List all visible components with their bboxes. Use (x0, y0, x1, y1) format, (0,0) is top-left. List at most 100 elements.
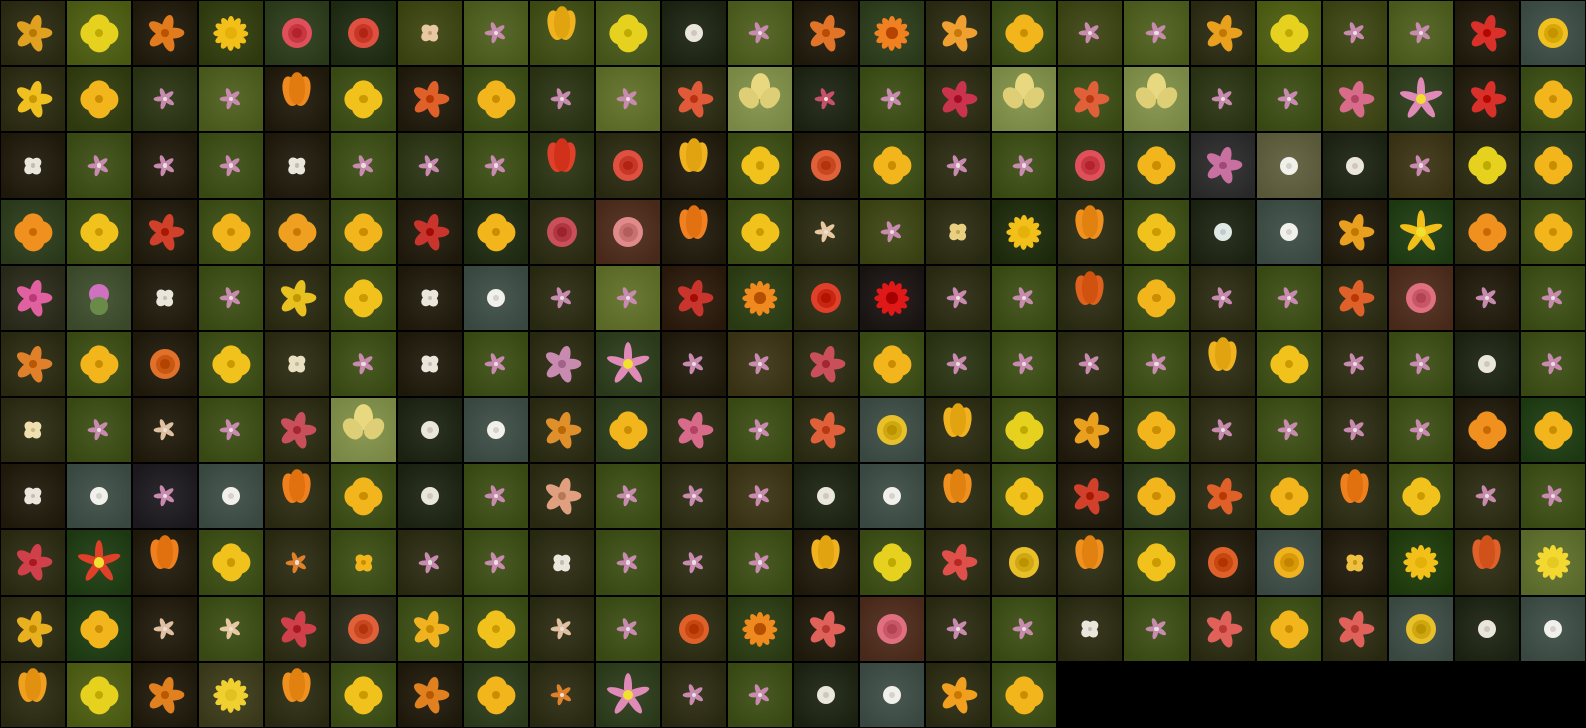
flower-tile (596, 200, 660, 264)
flower-tile (992, 530, 1056, 595)
flower-image (352, 551, 376, 575)
flower-image (748, 484, 772, 508)
flower-image (682, 21, 706, 45)
flower-tile (926, 398, 990, 462)
flower-image (1541, 286, 1565, 310)
flower-tile (1389, 464, 1453, 528)
flower-image (1533, 410, 1572, 449)
flower-tile (265, 332, 329, 396)
flower-image (1145, 21, 1169, 45)
flower-image (411, 609, 450, 649)
flower-tile (662, 597, 726, 661)
flower-tile (133, 67, 197, 131)
flower-tile (992, 332, 1056, 396)
flower-image (1005, 213, 1043, 251)
flower-tile (596, 398, 660, 462)
flower-image-grid (0, 0, 1586, 728)
flower-image (278, 668, 316, 714)
flower-tile (1191, 1, 1255, 65)
flower-tile (331, 530, 396, 595)
flower-image (748, 683, 772, 707)
flower-tile (596, 266, 660, 330)
flower-tile (1124, 1, 1189, 65)
flower-image (219, 484, 243, 508)
flower-tile (728, 67, 792, 131)
flower-tile (464, 663, 528, 727)
flower-tile (530, 663, 594, 727)
flower-image (550, 551, 574, 575)
flower-image (484, 484, 508, 508)
flower-image (79, 675, 118, 714)
flower-tile (331, 1, 396, 65)
flower-tile (1058, 332, 1122, 396)
flower-tile (398, 398, 462, 462)
flower-tile (398, 133, 462, 198)
flower-image (411, 79, 450, 119)
flower-image (616, 484, 640, 508)
flower-image (1004, 476, 1043, 515)
flower-tile (596, 133, 660, 198)
flower-tile (331, 266, 396, 330)
flower-tile (794, 464, 858, 528)
flower-image (1204, 145, 1243, 186)
flower-tile (265, 464, 329, 528)
flower-image (285, 352, 309, 376)
flower-image (484, 286, 508, 310)
flower-tile (1, 597, 65, 661)
flower-tile (1455, 597, 1519, 661)
flower-image (344, 675, 383, 714)
flower-tile (265, 530, 329, 595)
flower-image (14, 13, 53, 53)
flower-tile (199, 133, 263, 198)
flower-image (1071, 476, 1110, 516)
flower-tile (67, 398, 131, 462)
flower-image (1277, 418, 1301, 442)
flower-tile (530, 597, 594, 661)
flower-image (682, 683, 706, 707)
flower-tile (1323, 67, 1387, 131)
flower-image (1137, 543, 1176, 582)
flower-tile (860, 133, 924, 198)
flower-image (1012, 617, 1036, 641)
flower-tile (794, 266, 858, 330)
flower-tile (1, 663, 65, 727)
flower-image (939, 675, 978, 715)
flower-image (1343, 418, 1367, 442)
flower-tile (728, 663, 792, 727)
flower-image (21, 154, 45, 178)
flower-tile (133, 266, 197, 330)
flower-image (1336, 79, 1375, 119)
flower-tile (530, 398, 594, 462)
flower-tile (1191, 464, 1255, 528)
flower-tile (860, 663, 924, 727)
flower-image (484, 154, 508, 178)
flower-tile (1455, 530, 1519, 595)
flower-image (418, 418, 442, 442)
flower-image (1277, 87, 1301, 111)
flower-image (1269, 344, 1308, 383)
flower-tile (1058, 530, 1122, 595)
flower-image (1533, 146, 1572, 185)
flower-tile (199, 67, 263, 131)
flower-tile (1521, 530, 1585, 595)
flower-image (1467, 410, 1506, 449)
flower-tile (464, 266, 528, 330)
flower-image (1401, 476, 1440, 515)
flower-tile (199, 1, 263, 65)
flower-tile (133, 398, 197, 462)
flower-tile (398, 1, 462, 65)
flower-image (352, 352, 376, 376)
flower-tile (530, 464, 594, 528)
flower-image (682, 484, 706, 508)
flower-image (675, 278, 714, 318)
flower-image (807, 535, 845, 582)
flower-tile (1455, 332, 1519, 396)
flower-tile (860, 332, 924, 396)
flower-tile (1455, 464, 1519, 528)
flower-image (608, 13, 647, 52)
flower-image (1402, 544, 1440, 582)
flower-image (550, 617, 574, 641)
flower-tile (1124, 530, 1189, 595)
flower-tile (1455, 67, 1519, 131)
flower-image (880, 87, 904, 111)
